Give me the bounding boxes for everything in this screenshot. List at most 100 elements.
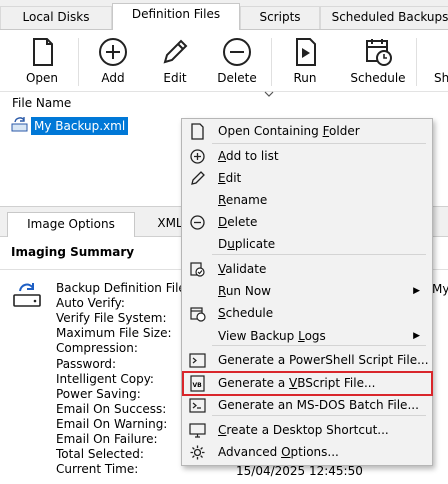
menu-item-label: Create a Desktop Shortcut... <box>218 420 389 441</box>
menu-item-duplicate[interactable]: Duplicate <box>182 234 432 255</box>
menu-label-suffix: plicate <box>234 237 276 251</box>
open-document-icon <box>33 38 53 66</box>
edit-label: Edit <box>163 71 187 85</box>
add-button[interactable]: Add <box>84 30 142 92</box>
summary-label: Verify File System: <box>56 311 167 326</box>
summary-label: Backup Definition File: <box>56 281 190 295</box>
menu-item-validate[interactable]: Validate <box>182 259 432 280</box>
submenu-arrow-icon: ▶ <box>413 331 420 341</box>
menu-label-accelerator: R <box>218 193 226 207</box>
menu-item-add-to-list[interactable]: Add to list <box>182 146 432 167</box>
menu-item-generate-a-powershell-script-file[interactable]: Generate a PowerShell Script File... <box>182 350 432 371</box>
menu-item-run-now[interactable]: Run Now ▶ <box>182 281 432 302</box>
shortcut-icon <box>189 423 206 438</box>
menu-label-prefix: Open Containing <box>218 124 323 138</box>
open-button[interactable]: Open <box>13 30 71 92</box>
tab-local-disks[interactable]: Local Disks <box>0 6 112 30</box>
tab-strip: Local Disks Definition Files Scripts Sch… <box>0 0 448 30</box>
summary-label: Password: <box>56 356 117 371</box>
menu-label-suffix: dd to list <box>226 149 279 163</box>
menu-item-advanced-options[interactable]: Advanced Options... <box>182 442 432 463</box>
imaging-summary-title: Imaging Summary <box>11 245 135 259</box>
menu-label-suffix: ename <box>225 193 268 207</box>
menu-label-suffix: reate a Desktop Shortcut... <box>226 423 389 437</box>
toolbar: Open Add Edit Delete Run Schedule Sh <box>0 29 448 92</box>
schedule-label: Schedule <box>350 71 406 85</box>
summary-label: Auto Verify: <box>56 296 125 311</box>
current-time-value: 15/04/2025 12:45:50 <box>236 464 363 478</box>
menu-label-suffix: ptions... <box>290 445 339 459</box>
menu-separator <box>212 143 426 144</box>
run-document-icon <box>296 38 316 66</box>
menu-item-rename[interactable]: Rename <box>182 190 432 211</box>
delete-label: Delete <box>217 71 257 85</box>
summary-label: Power Saving: <box>56 386 141 401</box>
menu-label-suffix: chedule <box>225 306 274 320</box>
menu-item-label: Edit <box>218 168 241 189</box>
summary-label: Compression: <box>56 341 138 356</box>
menu-item-label: View Backup Logs <box>218 326 326 347</box>
edit-button[interactable]: Edit <box>146 30 204 92</box>
document-icon <box>191 123 204 140</box>
menu-item-edit[interactable]: Edit <box>182 168 432 189</box>
open-label: Open <box>25 71 59 85</box>
menu-item-generate-an-ms-dos-batch-file[interactable]: Generate an MS-DOS Batch File... <box>182 395 432 416</box>
summary-label: Maximum File Size: <box>56 326 172 341</box>
delete-button[interactable]: Delete <box>208 30 266 92</box>
backup-file-icon <box>11 117 28 132</box>
menu-label-accelerator: E <box>218 171 226 185</box>
summary-label: Email On Success: <box>56 401 167 416</box>
highlight-box <box>182 371 433 396</box>
batch-icon <box>189 398 206 413</box>
tab-image-options[interactable]: Image Options <box>7 212 135 237</box>
menu-item-label: Rename <box>218 190 267 211</box>
menu-item-delete[interactable]: Delete <box>182 212 432 233</box>
menu-item-label: Duplicate <box>218 234 275 255</box>
schedule-icon <box>366 39 392 66</box>
summary-label: Total Selected: <box>56 447 144 462</box>
menu-item-create-a-desktop-shortcut[interactable]: Create a Desktop Shortcut... <box>182 420 432 441</box>
run-button[interactable]: Run <box>276 30 334 92</box>
menu-item-label: Validate <box>218 259 266 280</box>
sh-button[interactable]: Sh <box>424 30 448 92</box>
toolbar-separator <box>78 38 79 86</box>
menu-label-suffix: elete <box>227 215 258 229</box>
summary-label: Email On Failure: <box>56 432 158 446</box>
menu-item-open-containing-folder[interactable]: Open Containing Folder <box>182 121 432 142</box>
menu-label-prefix: Generate an MS-DOS Batch File... <box>218 398 419 412</box>
tab-definition-files[interactable]: Definition Files <box>112 3 240 30</box>
schedule-icon <box>190 307 206 322</box>
tab-scripts[interactable]: Scripts <box>240 6 320 30</box>
menu-label-suffix: dit <box>225 171 242 185</box>
menu-label-prefix: D <box>218 237 228 251</box>
menu-item-schedule[interactable]: Schedule <box>182 303 432 324</box>
plus-circle-icon <box>99 38 127 66</box>
column-header-file-name[interactable]: File Name <box>12 96 71 110</box>
menu-label-suffix: ogs <box>304 329 326 343</box>
menu-item-label: Run Now <box>218 281 271 302</box>
summary-label: Current Time: <box>56 462 139 477</box>
context-menu: Open Containing Folder Add to list Edit Ren… <box>181 118 433 466</box>
submenu-arrow-icon: ▶ <box>413 286 420 296</box>
menu-item-label: Add to list <box>218 146 279 167</box>
menu-item-label: Delete <box>218 212 257 233</box>
sh-label: Sh <box>434 71 448 85</box>
schedule-button[interactable]: Schedule <box>346 30 410 92</box>
summary-value-definition-file: My <box>432 282 448 296</box>
menu-item-label: Schedule <box>218 303 273 324</box>
minus-circle-icon <box>190 215 205 230</box>
menu-label-accelerator: D <box>218 215 228 229</box>
pencil-icon <box>163 39 188 64</box>
file-item-my-backup[interactable]: My Backup.xml <box>31 117 129 135</box>
run-label: Run <box>293 71 317 85</box>
menu-item-label: Advanced Options... <box>218 442 339 463</box>
menu-label-suffix: older <box>329 124 360 138</box>
menu-item-label: Open Containing Folder <box>218 121 360 142</box>
gear-icon <box>190 445 205 460</box>
tab-scheduled-backups[interactable]: Scheduled Backups <box>320 6 448 30</box>
powershell-icon <box>189 353 206 368</box>
menu-item-view-backup-logs[interactable]: View Backup Logs ▶ <box>182 326 432 347</box>
menu-label-prefix: View Backup <box>218 329 299 343</box>
menu-label-accelerator: u <box>227 237 235 251</box>
chevron-down-icon <box>264 91 274 97</box>
